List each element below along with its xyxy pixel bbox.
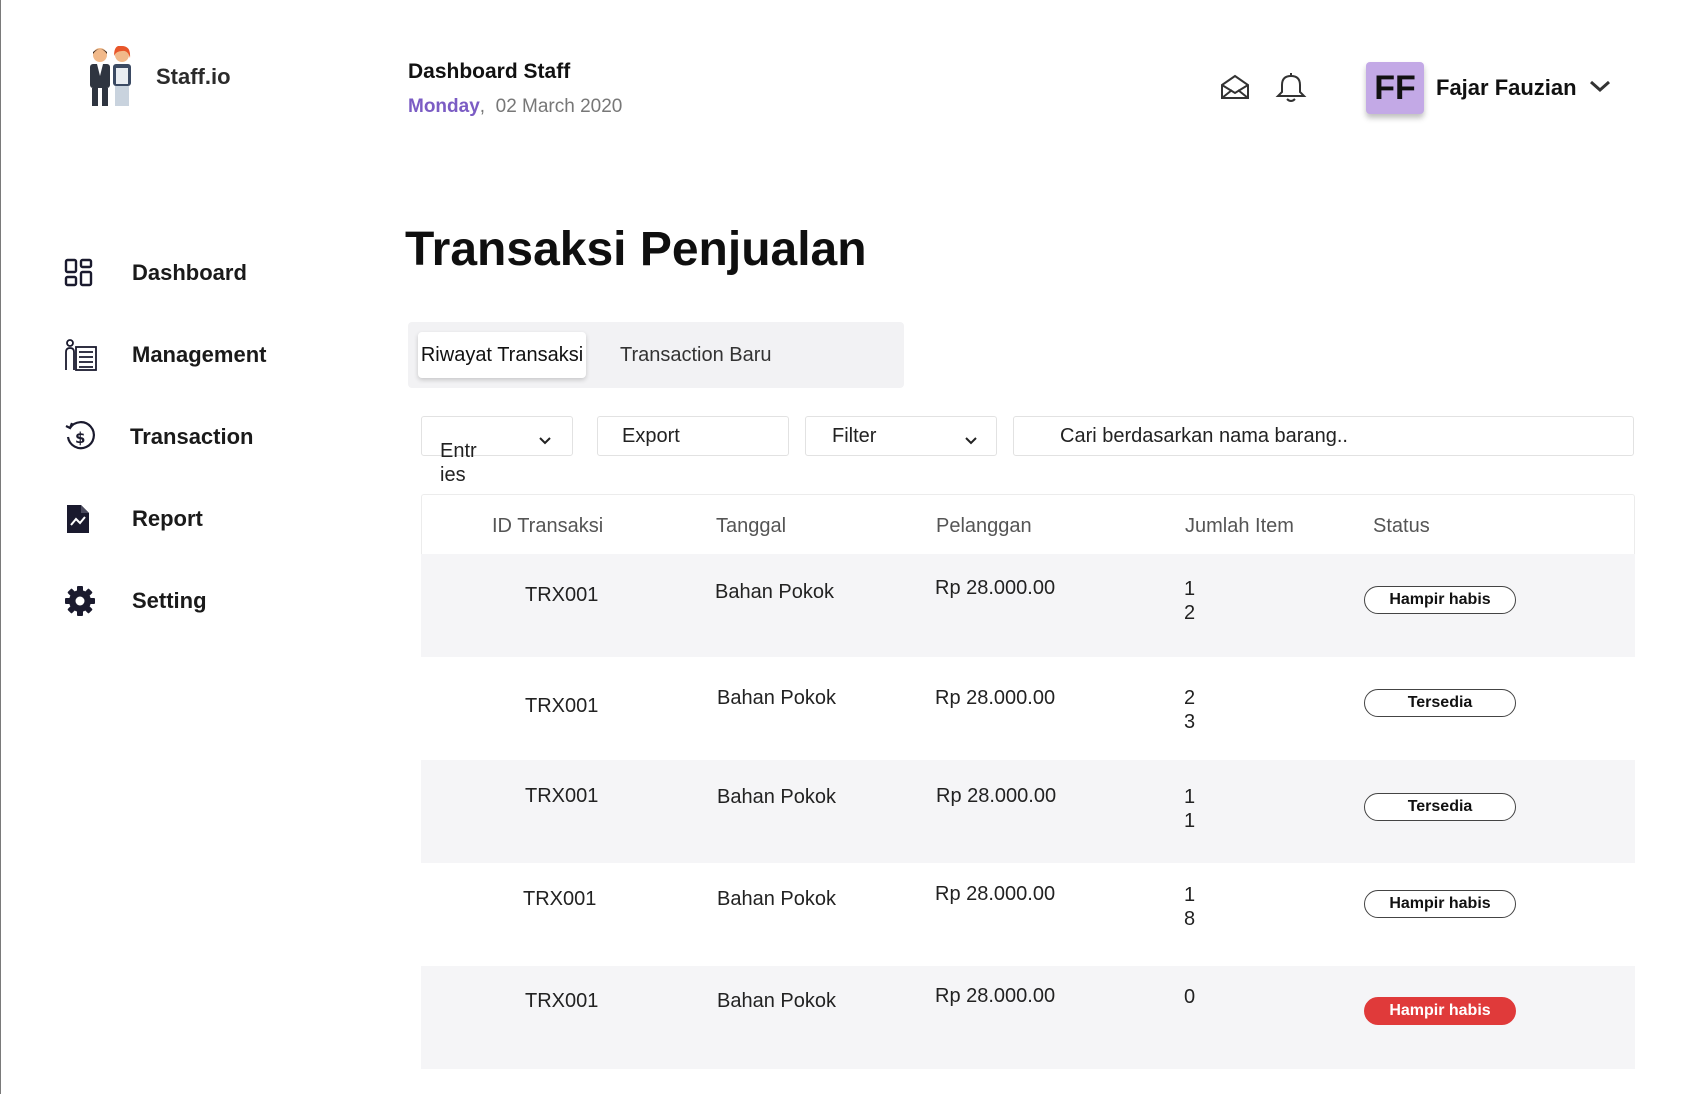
- entries-label: Entr ies: [440, 440, 477, 486]
- column-header-tanggal[interactable]: Tanggal: [716, 515, 786, 538]
- cell-pelanggan: Rp 28.000.00: [935, 577, 1056, 599]
- header-icons: [1220, 70, 1308, 109]
- user-name[interactable]: Fajar Fauzian: [1436, 75, 1577, 101]
- grid-icon: [64, 253, 108, 293]
- table-row[interactable]: TRX001 Bahan Pokok Rp 28.000.00 0 Hampir…: [421, 966, 1635, 1069]
- status-badge: Hampir habis: [1364, 586, 1516, 614]
- tab-riwayat-transaksi[interactable]: Riwayat Transaksi: [418, 332, 586, 378]
- staff-people-logo-icon: [90, 46, 131, 106]
- dollar-cycle-icon: $: [64, 417, 108, 457]
- sidebar-item-management[interactable]: Management: [64, 314, 266, 396]
- filter-label: Filter: [832, 424, 877, 447]
- cell-tanggal: Bahan Pokok: [715, 581, 834, 603]
- cell-pelanggan: Rp 28.000.00: [935, 883, 1056, 905]
- sidebar-item-label: Report: [132, 506, 203, 531]
- transaction-table: ID Transaksi Tanggal Pelanggan Jumlah It…: [421, 494, 1635, 1069]
- cell-id: TRX001: [523, 888, 597, 910]
- cell-id: TRX001: [525, 695, 599, 717]
- bell-icon[interactable]: [1274, 70, 1308, 109]
- chevron-down-icon: [538, 429, 552, 452]
- brand-name: Staff.io: [156, 64, 231, 89]
- status-badge: Tersedia: [1364, 793, 1516, 821]
- cell-jumlah: 0: [1184, 986, 1196, 1008]
- table-row[interactable]: TRX001 Bahan Pokok Rp 28.000.00 23 Terse…: [421, 657, 1635, 760]
- entries-select[interactable]: Entr ies: [421, 416, 573, 486]
- page-title: Transaksi Penjualan: [405, 223, 867, 276]
- cell-id: TRX001: [525, 584, 599, 606]
- column-header-status[interactable]: Status: [1373, 515, 1430, 538]
- search-box[interactable]: [1013, 416, 1634, 456]
- status-badge: Hampir habis: [1364, 890, 1516, 918]
- cell-jumlah: 11: [1184, 786, 1196, 832]
- cell-pelanggan: Rp 28.000.00: [935, 687, 1056, 709]
- sidebar-item-label: Setting: [132, 588, 207, 613]
- sidebar-item-dashboard[interactable]: Dashboard: [64, 232, 266, 314]
- filter-select[interactable]: Filter: [805, 416, 997, 456]
- table-row[interactable]: TRX001 Bahan Pokok Rp 28.000.00 12 Hampi…: [421, 554, 1635, 657]
- cell-pelanggan: Rp 28.000.00: [936, 785, 1057, 807]
- date-day: Monday: [408, 96, 480, 117]
- cell-tanggal: Bahan Pokok: [717, 687, 836, 709]
- chevron-down-icon: [964, 429, 978, 452]
- chevron-down-icon[interactable]: [1589, 79, 1611, 98]
- export-button[interactable]: Export: [597, 416, 789, 456]
- avatar[interactable]: FF: [1366, 62, 1424, 114]
- status-badge: Hampir habis: [1364, 997, 1516, 1025]
- dashboard-title: Dashboard Staff: [408, 60, 571, 83]
- table-header: ID Transaksi Tanggal Pelanggan Jumlah It…: [421, 494, 1635, 554]
- mail-open-icon[interactable]: [1220, 73, 1250, 106]
- search-input[interactable]: [1058, 423, 1602, 449]
- status-badge: Tersedia: [1364, 689, 1516, 717]
- tab-bar: Riwayat Transaksi Transaction Baru: [408, 322, 904, 388]
- column-header-jumlah[interactable]: Jumlah Item: [1185, 515, 1294, 538]
- cell-id: TRX001: [525, 785, 599, 807]
- table-row[interactable]: TRX001 Bahan Pokok Rp 28.000.00 18 Hampi…: [421, 863, 1635, 966]
- sidebar-item-label: Transaction: [130, 424, 254, 449]
- cell-tanggal: Bahan Pokok: [717, 786, 836, 808]
- header-titles: Dashboard Staff Monday, 02 March 2020: [408, 60, 622, 118]
- table-row[interactable]: TRX001 Bahan Pokok Rp 28.000.00 11 Terse…: [421, 760, 1635, 863]
- window-left-border: [0, 0, 1, 1094]
- sidebar-item-setting[interactable]: Setting: [64, 560, 266, 642]
- sidebar: Dashboard Management $ Transaction Repor…: [64, 232, 266, 642]
- cell-jumlah: 18: [1184, 884, 1196, 930]
- export-label: Export: [622, 424, 680, 447]
- gear-icon: [64, 581, 108, 621]
- cell-jumlah: 12: [1184, 578, 1196, 624]
- sidebar-item-transaction[interactable]: $ Transaction: [64, 396, 266, 478]
- cell-jumlah: 23: [1184, 687, 1196, 733]
- sidebar-item-label: Dashboard: [132, 260, 247, 285]
- date-value: 02 March 2020: [495, 96, 623, 117]
- svg-text:$: $: [75, 429, 85, 447]
- user-menu[interactable]: FF Fajar Fauzian: [1366, 62, 1611, 114]
- sidebar-item-label: Management: [132, 342, 267, 367]
- cell-tanggal: Bahan Pokok: [717, 888, 836, 910]
- cell-pelanggan: Rp 28.000.00: [935, 985, 1056, 1007]
- date-line: Monday, 02 March 2020: [408, 96, 623, 117]
- brand-logo[interactable]: Staff.io: [84, 46, 231, 108]
- report-file-icon: [64, 499, 108, 539]
- sidebar-item-report[interactable]: Report: [64, 478, 266, 560]
- column-header-pelanggan[interactable]: Pelanggan: [936, 515, 1032, 538]
- column-header-id[interactable]: ID Transaksi: [492, 515, 603, 538]
- cell-tanggal: Bahan Pokok: [717, 990, 836, 1012]
- tab-transaction-baru[interactable]: Transaction Baru: [598, 332, 794, 378]
- cell-id: TRX001: [525, 990, 599, 1012]
- checklist-person-icon: [64, 335, 108, 375]
